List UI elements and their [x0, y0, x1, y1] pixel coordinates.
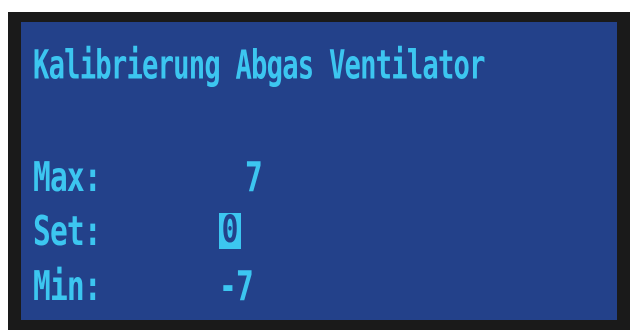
max-value: 7	[245, 154, 263, 202]
screen-title: Kalibrierung Abgas Ventilator	[33, 42, 485, 90]
lcd-bezel: Kalibrierung Abgas Ventilator Max: 7 Set…	[8, 12, 630, 330]
max-label: Max:	[33, 154, 102, 202]
lcd-screen: Kalibrierung Abgas Ventilator Max: 7 Set…	[21, 22, 617, 320]
min-value: -7	[219, 263, 254, 311]
set-value-field[interactable]: 0	[219, 208, 241, 252]
set-value: 0	[221, 208, 239, 252]
min-label: Min:	[33, 263, 102, 311]
set-label: Set:	[33, 208, 102, 256]
